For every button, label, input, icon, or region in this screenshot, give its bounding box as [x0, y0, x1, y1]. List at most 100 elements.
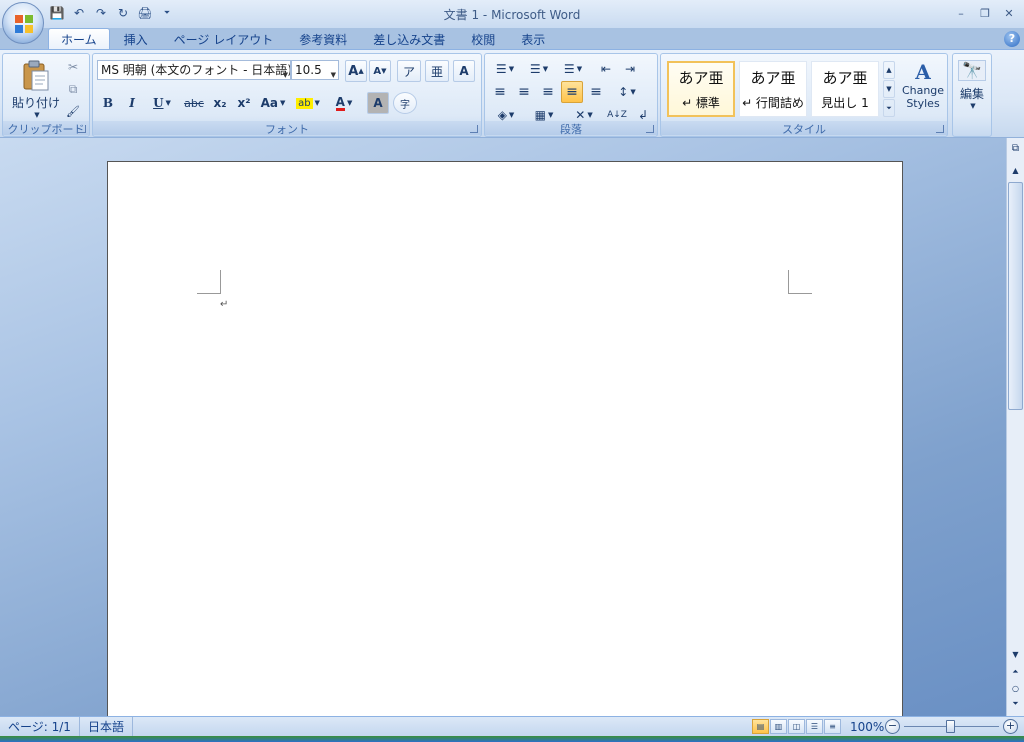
print-layout-view-icon[interactable]: ▤ [752, 719, 769, 734]
scroll-thumb[interactable] [1008, 182, 1023, 410]
zoom-slider-thumb[interactable] [946, 720, 955, 733]
previous-page-icon[interactable]: ⏶ [1008, 664, 1023, 680]
zoom-in-button[interactable]: + [1003, 719, 1018, 734]
line-spacing-button[interactable]: ↕ ▼ [611, 81, 643, 103]
change-case-button[interactable]: Aa ▼ [257, 92, 289, 114]
help-icon[interactable]: ? [1004, 31, 1020, 47]
chevron-down-icon: ▼ [547, 111, 554, 119]
tab-page-layout[interactable]: ページ レイアウト [162, 28, 286, 50]
char-shading-button[interactable]: A [367, 92, 389, 114]
change-styles-label-1: Change [901, 84, 945, 97]
font-group-label: フォント [93, 121, 481, 136]
undo-icon[interactable]: ↶ [70, 4, 88, 22]
subscript-button[interactable]: x₂ [209, 92, 231, 114]
gallery-down-icon[interactable]: ▼ [883, 80, 895, 98]
web-layout-view-icon[interactable]: ◫ [788, 719, 805, 734]
change-styles-icon: A [915, 60, 931, 84]
justify-icon[interactable]: ≡ [561, 81, 583, 103]
bold-button[interactable]: B [97, 92, 119, 114]
underline-label: U [153, 96, 164, 110]
paragraph-launcher-icon[interactable] [646, 125, 654, 133]
highlight-button[interactable]: ab ▼ [291, 92, 325, 114]
chevron-down-icon: ▼ [165, 99, 171, 107]
line-spacing-icon: ↕ [618, 85, 629, 99]
paste-button[interactable]: 貼り付け ▼ [11, 58, 61, 120]
zoom-level[interactable]: 100% [850, 720, 884, 734]
align-right-icon[interactable]: ≡ [537, 81, 559, 103]
enclose-char-icon[interactable]: A [453, 60, 475, 82]
customize-qat-icon[interactable]: ⏷ [158, 4, 176, 22]
page-count[interactable]: ページ: 1/1 [0, 716, 80, 737]
paragraph-group: ☰ ▼ ☰ ▼ ☰ ▼ ⇤ ⇥ ≡ ≡ ≡ ≡ ≡ ↕ ▼ ◈ ▼ ▦ ▼ ✕ ▼ A↓Z ↲… [484, 53, 658, 137]
outline-view-icon[interactable]: ☰ [806, 719, 823, 734]
tab-review[interactable]: 校閲 [459, 28, 507, 50]
office-button[interactable] [2, 2, 44, 44]
scroll-down-icon[interactable]: ▼ [1008, 646, 1023, 662]
tab-insert[interactable]: 挿入 [112, 28, 160, 50]
decrease-indent-icon[interactable]: ⇤ [595, 58, 617, 80]
bullets-button[interactable]: ☰ ▼ [489, 58, 521, 80]
style-normal[interactable]: あア亜 ↵ 標準 [667, 61, 735, 117]
font-color-button[interactable]: A ▼ [327, 92, 361, 114]
document-page[interactable]: ↵ [107, 161, 903, 716]
chevron-down-icon: ▼ [587, 111, 593, 119]
underline-button[interactable]: U ▼ [145, 92, 179, 114]
repeat-icon[interactable]: ↻ [114, 4, 132, 22]
document-area: ↵ [0, 138, 1006, 716]
center-icon[interactable]: ≡ [513, 81, 535, 103]
phonetic-guide-button[interactable]: ア [397, 60, 421, 82]
increase-indent-icon[interactable]: ⇥ [619, 58, 641, 80]
italic-button[interactable]: I [121, 92, 143, 114]
shading-icon: ◈ [497, 108, 507, 122]
char-border-icon[interactable]: 亜 [425, 60, 449, 82]
vertical-scrollbar[interactable]: ⧉ ▲ ▼ ⏶ ○ ⏷ [1006, 138, 1024, 716]
minimize-button[interactable]: – [950, 4, 972, 22]
format-painter-icon[interactable]: 🖌 [63, 102, 83, 120]
style-no-spacing[interactable]: あア亜 ↵ 行間詰め [739, 61, 807, 117]
enclosed-char-button[interactable]: 字 [393, 92, 417, 114]
copy-icon[interactable]: ⧉ [63, 80, 83, 98]
ruler-toggle-icon[interactable]: ⧉ [1008, 140, 1023, 156]
shrink-font-button[interactable]: A ▼ [369, 60, 391, 82]
clipboard-launcher-icon[interactable] [78, 125, 86, 133]
font-launcher-icon[interactable] [470, 125, 478, 133]
align-left-icon[interactable]: ≡ [489, 81, 511, 103]
draft-view-icon[interactable]: ≡ [824, 719, 841, 734]
chevron-down-icon: ▼ [34, 111, 40, 119]
restore-button[interactable]: ❐ [974, 4, 996, 22]
gallery-more-icon[interactable]: ⏷ [883, 99, 895, 117]
full-screen-reading-view-icon[interactable]: ▥ [770, 719, 787, 734]
styles-launcher-icon[interactable] [936, 125, 944, 133]
numbering-button[interactable]: ☰ ▼ [523, 58, 555, 80]
distributed-icon[interactable]: ≡ [585, 81, 607, 103]
gallery-up-icon[interactable]: ▲ [883, 61, 895, 79]
paste-icon [21, 60, 51, 92]
zoom-out-button[interactable]: − [885, 719, 900, 734]
scroll-up-icon[interactable]: ▲ [1008, 162, 1023, 178]
paragraph-group-label: 段落 [485, 121, 657, 136]
shrink-caret-icon: ▼ [381, 67, 387, 75]
language[interactable]: 日本語 [80, 716, 133, 737]
strikethrough-button[interactable]: abc [181, 92, 207, 114]
grow-font-button[interactable]: A ▲ [345, 60, 367, 82]
save-icon[interactable]: 💾 [48, 4, 66, 22]
tab-view[interactable]: 表示 [509, 28, 557, 50]
select-browse-object-icon[interactable]: ○ [1008, 680, 1023, 696]
multilevel-list-button[interactable]: ☰ ▼ [557, 58, 589, 80]
tab-references[interactable]: 参考資料 [287, 28, 359, 50]
paste-label: 貼り付け [11, 96, 60, 110]
multilevel-icon: ☰ [563, 62, 575, 76]
style-heading-1[interactable]: あア亜 見出し 1 [811, 61, 879, 117]
tab-mailings[interactable]: 差し込み文書 [361, 28, 457, 50]
print-icon[interactable]: 🖨 [136, 4, 154, 22]
cut-icon[interactable]: ✂ [63, 58, 83, 76]
font-size-select[interactable]: 10.5 ▼ [291, 60, 339, 80]
font-name-select[interactable]: MS 明朝 (本文のフォント - 日本語) ▼ [97, 60, 291, 80]
next-page-icon[interactable]: ⏷ [1008, 696, 1023, 712]
editing-button[interactable]: 🔭 編集 ▼ [955, 60, 989, 120]
redo-icon[interactable]: ↷ [92, 4, 110, 22]
tab-home[interactable]: ホーム [48, 28, 110, 50]
change-styles-button[interactable]: A Change Styles [899, 60, 947, 120]
superscript-button[interactable]: x² [233, 92, 255, 114]
close-button[interactable]: ✕ [998, 4, 1020, 22]
